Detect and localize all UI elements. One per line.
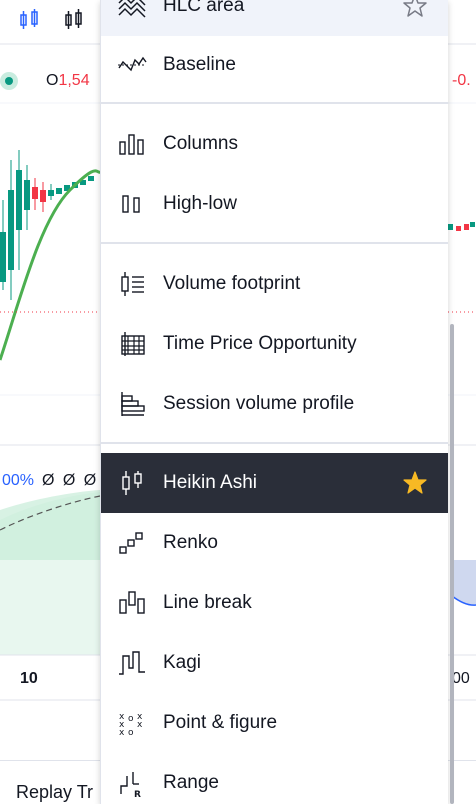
menu-item-label: Kagi (163, 652, 202, 673)
menu-item-high-low[interactable]: High-low (101, 174, 448, 234)
menu-item-label: Renko (163, 532, 218, 553)
indicator-values: Ø Ø Ø (42, 472, 99, 489)
menu-item-label: Line break (163, 592, 252, 613)
menu-item-hlc-area[interactable]: HLC area (101, 0, 448, 36)
menu-separator (101, 242, 448, 244)
indicator-percent: 00% (2, 472, 35, 489)
menu-item-kagi[interactable]: Kagi (101, 633, 448, 693)
menu-item-label: Columns (163, 133, 238, 154)
menu-item-volume-footprint[interactable]: Volume footprint (101, 254, 448, 314)
svg-text:x: x (119, 728, 125, 738)
menu-item-renko[interactable]: Renko (101, 513, 448, 573)
menu-item-label: Point & figure (163, 712, 278, 733)
kagi-icon (117, 648, 147, 678)
high-low-icon (117, 189, 147, 219)
menu-item-label: Volume footprint (163, 273, 301, 294)
session-volume-profile-icon (117, 389, 147, 419)
svg-text:R: R (134, 790, 141, 798)
volume-footprint-icon (117, 269, 147, 299)
menu-item-label: High-low (163, 193, 237, 214)
svg-text:o: o (128, 728, 134, 738)
svg-text:x: x (137, 720, 143, 730)
menu-separator (101, 102, 448, 104)
menu-item-line-break[interactable]: Line break (101, 573, 448, 633)
heikin-ashi-icon (117, 468, 147, 498)
menu-item-label: Baseline (163, 54, 236, 75)
status-dot (0, 72, 18, 90)
hlc-area-icon (117, 0, 147, 21)
time-axis-label-right: 00 (452, 670, 470, 687)
menu-separator (101, 442, 448, 444)
menu-item-label: Range (163, 772, 219, 793)
menu-item-label: HLC area (163, 0, 245, 16)
replay-trading-tab[interactable]: Replay Tr (16, 782, 93, 803)
svg-text:o: o (128, 714, 134, 724)
time-axis-label: 10 (20, 670, 38, 687)
time-price-opportunity-icon (117, 329, 147, 359)
candles-chart-type-icon[interactable] (16, 6, 44, 34)
renko-icon (117, 528, 147, 558)
menu-item-range[interactable]: R Range (101, 753, 448, 804)
favorite-star-filled-icon[interactable] (402, 470, 428, 496)
line-break-icon (117, 588, 147, 618)
menu-item-baseline[interactable]: Baseline (101, 35, 448, 95)
menu-scrollbar[interactable] (450, 324, 454, 804)
menu-item-label: Session volume profile (163, 393, 355, 414)
menu-item-label: Time Price Opportunity (163, 333, 357, 354)
range-icon: R (117, 768, 147, 798)
point-and-figure-icon: x o x x x x o (117, 708, 147, 738)
menu-item-time-price-opportunity[interactable]: Time Price Opportunity (101, 314, 448, 374)
heikin-ashi-toolbar-icon[interactable] (62, 6, 90, 34)
menu-item-columns[interactable]: Columns (101, 114, 448, 174)
menu-item-point-and-figure[interactable]: x o x x x x o Point & figure (101, 693, 448, 753)
chart-type-menu[interactable]: HLC area Baseline Columns High-low Volum… (100, 0, 448, 804)
menu-item-heikin-ashi[interactable]: Heikin Ashi (101, 453, 448, 513)
favorite-star-outline-icon[interactable] (402, 0, 428, 19)
baseline-icon (117, 50, 147, 80)
menu-item-session-volume-profile[interactable]: Session volume profile (101, 374, 448, 434)
price-change-value: -0. (452, 72, 471, 89)
columns-icon (117, 129, 147, 159)
ohlc-open: O1,54 (46, 72, 90, 89)
menu-item-label: Heikin Ashi (163, 472, 257, 493)
